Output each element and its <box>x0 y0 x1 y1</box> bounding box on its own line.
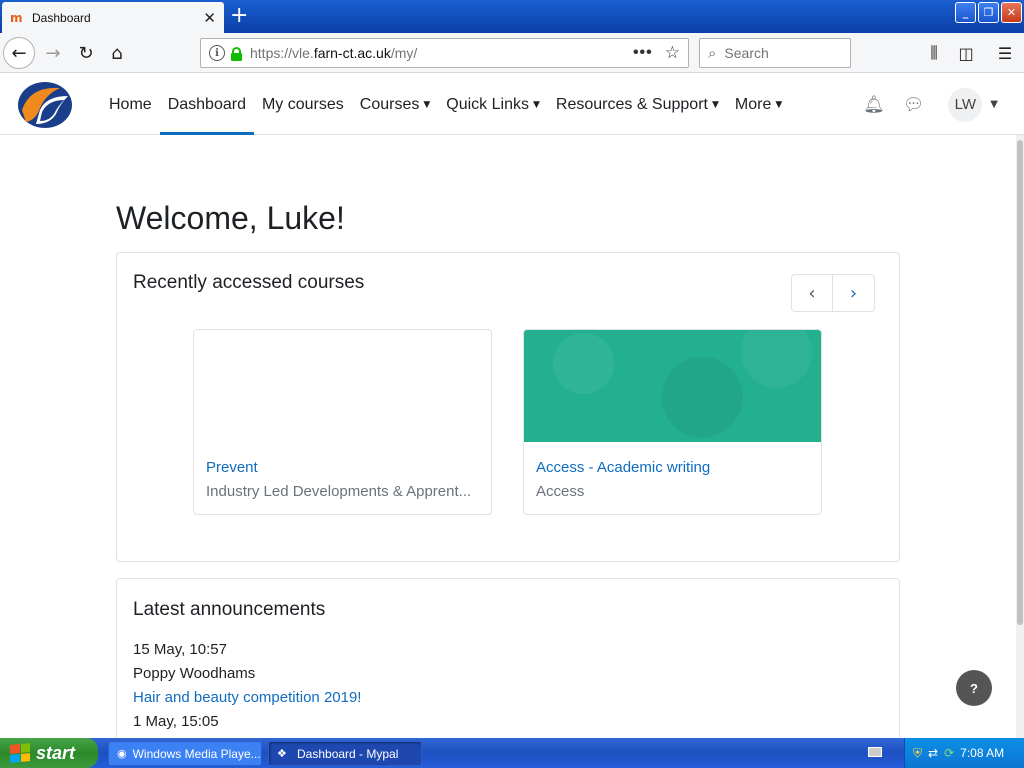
chevron-down-icon: ▼ <box>775 99 783 110</box>
page-actions-icon[interactable]: ••• <box>633 44 653 62</box>
user-menu-chevron-icon[interactable]: ▼ <box>990 99 998 110</box>
moodle-favicon-icon: m <box>10 10 23 25</box>
taskbar-task[interactable]: ❖ Dashboard - Mypal <box>268 741 422 766</box>
shield-icon[interactable]: ⛨ <box>913 746 922 761</box>
announcement-date: 15 May, 10:57 <box>133 641 227 658</box>
sync-icon[interactable]: ⟳ <box>944 746 954 760</box>
nav-quick-links[interactable]: Quick Links ▼ <box>438 74 548 135</box>
library-icon[interactable]: ⫼ <box>920 37 948 69</box>
new-tab-button[interactable]: + <box>230 4 248 28</box>
restore-button[interactable]: ❐ <box>978 2 999 23</box>
primary-nav: Home Dashboard My courses Courses ▼ Quick… <box>101 74 790 135</box>
home-button[interactable]: ⌂ <box>101 37 133 69</box>
course-image <box>194 330 491 442</box>
sidebar-icon[interactable]: ◫ <box>952 37 980 69</box>
browser-titlebar: m Dashboard ✕ + _ ❐ ✕ <box>0 0 1024 33</box>
announcement-author: Poppy Woodhams <box>133 665 256 682</box>
browser-icon: ❖ <box>277 746 287 760</box>
carousel-pager: ‹ › <box>791 274 875 312</box>
block-title: Latest announcements <box>133 599 326 620</box>
chevron-down-icon: ▼ <box>711 99 719 110</box>
back-button[interactable]: ← <box>3 37 35 69</box>
media-player-icon: ◉ <box>117 746 127 760</box>
system-tray: ⛨ ⇄ ⟳ 7:08 AM <box>904 738 1024 768</box>
start-label: start <box>36 742 76 763</box>
taskbar-task[interactable]: ◉ Windows Media Playe... <box>108 741 262 766</box>
task-label: Windows Media Playe... <box>132 746 261 761</box>
browser-toolbar: ← → ↻ ⌂ i https://vle. farn-ct.ac.uk/my/ … <box>0 33 1024 73</box>
nav-home[interactable]: Home <box>101 74 160 135</box>
forward-button[interactable]: → <box>37 37 69 69</box>
url-path: /my/ <box>390 45 418 61</box>
start-button[interactable]: start <box>0 738 98 768</box>
lock-icon <box>231 46 242 61</box>
nav-my-courses[interactable]: My courses <box>254 74 352 135</box>
search-placeholder: Search <box>724 45 769 61</box>
course-name-link[interactable]: Prevent <box>206 459 258 476</box>
announcements-block: Latest announcements 15 May, 10:57 Poppy… <box>116 578 900 758</box>
search-icon: ⌕ <box>708 44 717 62</box>
recent-courses-block: Recently accessed courses ‹ › Prevent In… <box>116 252 900 562</box>
site-header: Home Dashboard My courses Courses ▼ Quick… <box>0 74 1024 135</box>
url-bar[interactable]: i https://vle. farn-ct.ac.uk/my/ ••• ☆ <box>200 38 689 68</box>
task-label: Dashboard - Mypal <box>297 746 399 761</box>
bookmark-star-icon[interactable]: ☆ <box>665 43 680 63</box>
window-close-button[interactable]: ✕ <box>1001 2 1022 23</box>
next-button[interactable]: › <box>833 274 875 312</box>
reload-button[interactable]: ↻ <box>70 37 102 69</box>
page-title: Welcome, Luke! <box>116 200 345 236</box>
windows-logo-icon <box>10 743 30 763</box>
url-prefix: https://vle. <box>250 45 314 61</box>
search-input[interactable]: ⌕ Search <box>699 38 851 68</box>
announcement-link[interactable]: Hair and beauty competition 2019! <box>133 689 361 706</box>
user-tools: 🔔︎ 💬︎ LW ▼ <box>863 74 998 135</box>
browser-tab[interactable]: m Dashboard ✕ <box>2 2 224 33</box>
nav-more[interactable]: More ▼ <box>727 74 790 135</box>
clock[interactable]: 7:08 AM <box>960 746 1004 760</box>
scrollbar-thumb[interactable] <box>1017 140 1023 625</box>
course-category: Access <box>536 483 585 500</box>
window-controls: _ ❐ ✕ <box>955 2 1022 23</box>
avatar[interactable]: LW <box>948 87 983 122</box>
url-domain: farn-ct.ac.uk <box>313 45 391 61</box>
tab-title: Dashboard <box>32 10 91 25</box>
block-title: Recently accessed courses <box>133 272 365 293</box>
announcement-date: 1 May, 15:05 <box>133 713 219 730</box>
nav-courses[interactable]: Courses ▼ <box>352 74 439 135</box>
nav-dashboard[interactable]: Dashboard <box>159 74 255 135</box>
course-image <box>524 330 821 442</box>
tab-close-icon[interactable]: ✕ <box>203 9 216 27</box>
course-card[interactable]: Access - Academic writing Access <box>523 329 822 515</box>
college-logo[interactable] <box>16 80 74 130</box>
windows-taskbar: start ◉ Windows Media Playe... ❖ Dashboa… <box>0 738 1024 768</box>
nav-resources-support[interactable]: Resources & Support ▼ <box>548 74 727 135</box>
help-button[interactable]: ? <box>956 670 992 706</box>
chevron-down-icon: ▼ <box>423 99 431 110</box>
course-category: Industry Led Developments & Apprent... <box>206 483 472 500</box>
network-icon[interactable]: ⇄ <box>928 746 938 760</box>
menu-icon[interactable]: ☰ <box>991 37 1019 69</box>
bell-icon[interactable]: 🔔︎ <box>863 95 885 115</box>
site-info-icon[interactable]: i <box>209 45 225 61</box>
course-name-link[interactable]: Access - Academic writing <box>536 459 710 476</box>
course-card[interactable]: Prevent Industry Led Developments & Appr… <box>193 329 492 515</box>
previous-button[interactable]: ‹ <box>791 274 833 312</box>
keyboard-icon[interactable] <box>868 747 882 757</box>
message-icon[interactable]: 💬︎ <box>903 95 925 115</box>
chevron-down-icon: ▼ <box>532 99 540 110</box>
minimize-button[interactable]: _ <box>955 2 976 23</box>
